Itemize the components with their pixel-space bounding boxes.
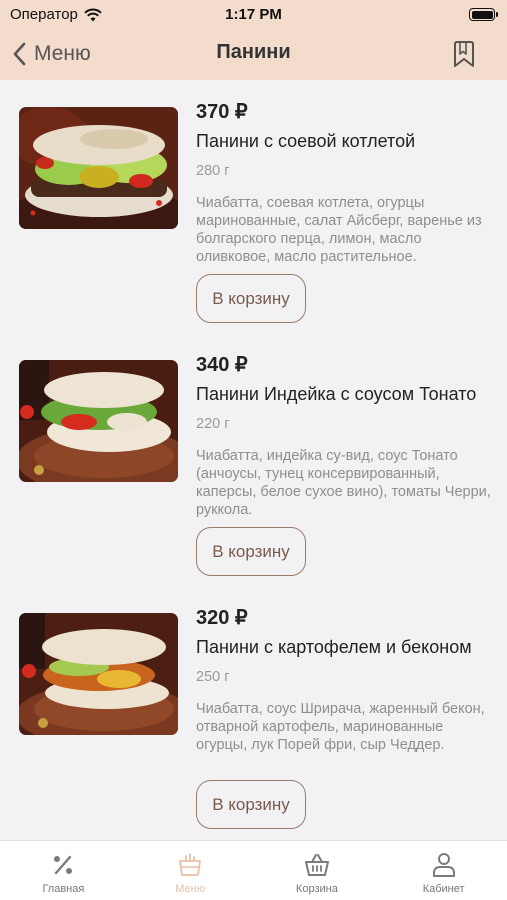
- basket-icon: [304, 854, 329, 876]
- product-price: 320 ₽: [196, 607, 248, 629]
- battery-icon: [469, 8, 498, 21]
- user-icon: [432, 853, 455, 877]
- tab-account[interactable]: Кабинет: [380, 841, 507, 900]
- product-image[interactable]: [19, 613, 178, 735]
- product-info: 340 ₽ Панини Индейка с соусом Тонато 220…: [196, 353, 496, 521]
- status-bar: Оператор 1:17 PM: [0, 0, 507, 28]
- product-list[interactable]: 370 ₽ Панини с соевой котлетой 280 г Чиа…: [0, 80, 507, 840]
- product-description: Чиабатта, соус Шрирача, жаренный бекон, …: [196, 701, 485, 753]
- list-item: 320 ₽ Панини с картофелем и беконом 250 …: [0, 586, 507, 836]
- product-description: Чиабатта, индейка су-вид, соус Тонато (а…: [196, 448, 491, 518]
- list-item: 370 ₽ Панини с соевой котлетой 280 г Чиа…: [0, 80, 507, 330]
- tab-label: Корзина: [295, 883, 338, 895]
- add-to-cart-button[interactable]: В корзину: [196, 274, 306, 323]
- product-image[interactable]: [19, 107, 178, 229]
- product-info: 370 ₽ Панини с соевой котлетой 280 г Чиа…: [196, 100, 496, 268]
- panini-potato-bacon-image: [19, 613, 178, 735]
- menu-icon: [179, 853, 202, 876]
- product-description: Чиабатта, соевая котлета, огурцы маринов…: [196, 195, 482, 265]
- chevron-left-icon: [13, 42, 26, 66]
- product-weight: 250 г: [196, 669, 230, 685]
- clock: 1:17 PM: [225, 6, 282, 23]
- tab-cart[interactable]: Корзина: [254, 841, 381, 900]
- product-weight: 220 г: [196, 416, 230, 432]
- panini-turkey-image: [19, 360, 178, 482]
- tab-label: Главная: [42, 883, 85, 895]
- bookmark-icon: [454, 41, 474, 67]
- back-button[interactable]: Меню: [12, 38, 91, 70]
- nav-bar: Меню Панини: [0, 28, 507, 80]
- bookmark-button[interactable]: [451, 39, 477, 69]
- percent-icon: [54, 855, 73, 875]
- product-price: 370 ₽: [196, 101, 248, 123]
- tab-menu[interactable]: Меню: [127, 841, 254, 900]
- product-weight: 280 г: [196, 163, 230, 179]
- product-image[interactable]: [19, 360, 178, 482]
- list-item: 340 ₽ Панини Индейка с соусом Тонато 220…: [0, 333, 507, 583]
- add-to-cart-button[interactable]: В корзину: [196, 780, 306, 829]
- product-name: Панини с соевой котлетой: [196, 131, 416, 151]
- tab-bar: Главная Меню Корзина Кабинет: [0, 840, 507, 900]
- product-name: Панини Индейка с соусом Тонато: [196, 384, 477, 404]
- tab-label: Кабинет: [422, 883, 465, 895]
- product-name: Панини с картофелем и беконом: [196, 637, 472, 657]
- tab-home[interactable]: Главная: [0, 841, 127, 900]
- tab-label: Меню: [175, 883, 205, 895]
- product-price: 340 ₽: [196, 354, 248, 376]
- add-to-cart-button[interactable]: В корзину: [196, 527, 306, 576]
- panini-soy-image: [19, 107, 178, 229]
- back-label: Меню: [34, 42, 91, 65]
- product-info: 320 ₽ Панини с картофелем и беконом 250 …: [196, 606, 496, 774]
